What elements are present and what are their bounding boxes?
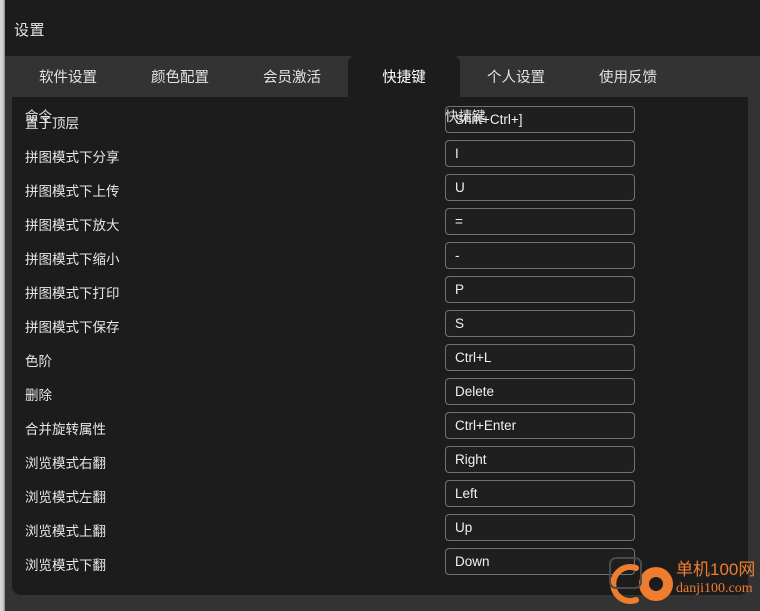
shortcut-command-label: 拼图模式下放大 xyxy=(25,218,120,233)
shortcut-key-input[interactable] xyxy=(445,378,635,405)
shortcut-command-label: 拼图模式下分享 xyxy=(25,150,120,165)
shortcut-command-label: 拼图模式下缩小 xyxy=(25,252,120,267)
shortcut-key-input[interactable] xyxy=(445,140,635,167)
tab-2[interactable]: 会员激活 xyxy=(236,56,348,97)
shortcut-key-input[interactable] xyxy=(445,344,635,371)
shortcut-command-label: 删除 xyxy=(25,388,52,403)
tab-label: 会员激活 xyxy=(263,70,321,86)
shortcut-command-label: 置于顶层 xyxy=(25,116,79,131)
shortcut-key-input[interactable] xyxy=(445,242,635,269)
table-row[interactable]: 拼图模式下缩小 xyxy=(12,239,748,273)
shortcut-key-input[interactable] xyxy=(445,480,635,507)
shortcut-command-label: 拼图模式下上传 xyxy=(25,184,120,199)
shortcut-command-label: 浏览模式下翻 xyxy=(25,558,106,573)
table-row[interactable]: 拼图模式下放大 xyxy=(12,205,748,239)
table-row[interactable]: 拼图模式下打印 xyxy=(12,273,748,307)
tab-0[interactable]: 软件设置 xyxy=(12,56,124,97)
shortcuts-panel: 命令 快捷键 置于顶层拼图模式下分享拼图模式下上传拼图模式下放大拼图模式下缩小拼… xyxy=(12,97,748,595)
table-row[interactable]: 色阶 xyxy=(12,341,748,375)
tab-label: 软件设置 xyxy=(39,70,97,86)
shortcut-command-label: 浏览模式右翻 xyxy=(25,456,106,471)
tab-4[interactable]: 个人设置 xyxy=(460,56,572,97)
shortcut-command-label: 拼图模式下保存 xyxy=(25,320,120,335)
table-row[interactable]: 浏览模式下翻 xyxy=(12,545,748,579)
shortcut-key-input[interactable] xyxy=(445,106,635,133)
shortcut-rows[interactable]: 置于顶层拼图模式下分享拼图模式下上传拼图模式下放大拼图模式下缩小拼图模式下打印拼… xyxy=(12,106,748,595)
table-row[interactable]: 浏览模式左翻 xyxy=(12,477,748,511)
table-row[interactable]: 浏览模式右翻 xyxy=(12,443,748,477)
shortcut-command-label: 拼图模式下打印 xyxy=(25,286,120,301)
shortcut-key-input[interactable] xyxy=(445,446,635,473)
window-title: 设置 xyxy=(14,22,46,39)
tab-5[interactable]: 使用反馈 xyxy=(572,56,684,97)
shortcut-key-input[interactable] xyxy=(445,276,635,303)
shortcut-key-input[interactable] xyxy=(445,514,635,541)
table-row[interactable]: 拼图模式下上传 xyxy=(12,171,748,205)
tab-1[interactable]: 颜色配置 xyxy=(124,56,236,97)
tab-label: 快捷键 xyxy=(382,70,426,86)
shortcut-key-input[interactable] xyxy=(445,174,635,201)
shortcut-key-input[interactable] xyxy=(445,310,635,337)
title-bar: 设置 xyxy=(0,0,760,56)
tab-bar: 软件设置 颜色配置 会员激活 快捷键 个人设置 使用反馈 xyxy=(0,56,760,97)
shortcut-key-input[interactable] xyxy=(445,412,635,439)
tab-label: 个人设置 xyxy=(487,70,545,86)
table-row[interactable]: 删除 xyxy=(12,375,748,409)
shortcut-command-label: 浏览模式左翻 xyxy=(25,490,106,505)
shortcut-command-label: 浏览模式上翻 xyxy=(25,524,106,539)
shortcut-command-label: 合并旋转属性 xyxy=(25,422,106,437)
shortcut-command-label: 色阶 xyxy=(25,354,52,369)
table-row[interactable]: 合并旋转属性 xyxy=(12,409,748,443)
tab-label: 颜色配置 xyxy=(151,70,209,86)
settings-window: 设置 软件设置颜色配置会员激活快捷键个人设置使用反馈 命令 快捷键 置于顶层拼图… xyxy=(0,0,760,611)
tab-label: 使用反馈 xyxy=(599,70,657,86)
window-left-edge xyxy=(0,0,5,611)
window-footer xyxy=(0,595,760,611)
shortcut-key-input[interactable] xyxy=(445,208,635,235)
table-row[interactable]: 浏览模式上翻 xyxy=(12,511,748,545)
table-row[interactable]: 置于顶层 xyxy=(12,103,748,137)
shortcut-key-input[interactable] xyxy=(445,548,635,575)
tab-list: 软件设置 颜色配置 会员激活 快捷键 个人设置 使用反馈 xyxy=(12,56,684,97)
tab-3-active[interactable]: 快捷键 xyxy=(348,56,460,97)
table-row[interactable]: 拼图模式下分享 xyxy=(12,137,748,171)
table-row[interactable]: 拼图模式下保存 xyxy=(12,307,748,341)
